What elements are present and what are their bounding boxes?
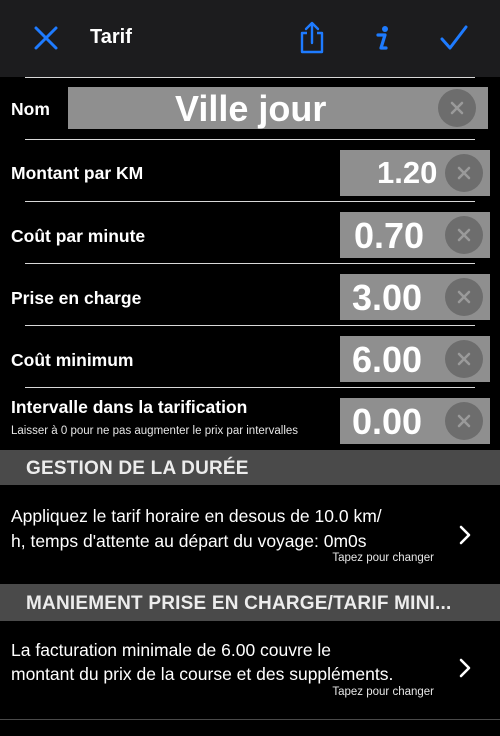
clear-price-per-km-button[interactable] xyxy=(445,154,483,192)
clear-pricing-interval-button[interactable] xyxy=(445,402,483,440)
pickup-fee-label: Prise en charge xyxy=(11,288,142,308)
duration-description-line-2: h, temps d'attente au départ du voyage: … xyxy=(11,531,367,551)
name-value: Ville jour xyxy=(175,88,327,129)
navigation-bar: Tarif xyxy=(0,0,500,77)
divider xyxy=(0,719,500,720)
info-button[interactable] xyxy=(366,20,398,56)
divider xyxy=(25,201,475,202)
clear-pickup-fee-button[interactable] xyxy=(445,278,483,316)
minimum-cost-value: 6.00 xyxy=(352,339,423,380)
clear-minimum-cost-button[interactable] xyxy=(445,340,483,378)
clear-icon xyxy=(457,290,471,304)
pricing-interval-field[interactable]: 0.00 xyxy=(340,398,490,444)
cost-per-minute-label: Coût par minute xyxy=(11,226,146,246)
close-button[interactable] xyxy=(28,20,64,56)
cost-per-minute-value: 0.70 xyxy=(354,215,425,256)
pricing-interval-label: Intervalle dans la tarification xyxy=(11,397,248,417)
pickup-minimum-description-line-1: La facturation minimale de 6.00 couvre l… xyxy=(11,640,332,660)
tap-to-change-hint: Tapez pour changer xyxy=(332,686,434,698)
chevron-right-icon xyxy=(459,658,471,678)
price-per-km-field[interactable]: 1.20 xyxy=(340,150,490,196)
clear-icon xyxy=(457,166,471,180)
pricing-interval-value: 0.00 xyxy=(352,401,423,442)
info-icon xyxy=(376,26,388,50)
share-icon xyxy=(300,21,324,54)
section-header-duration: GESTION DE LA DURÉE xyxy=(0,450,500,485)
price-per-km-value: 1.20 xyxy=(377,155,438,190)
clear-cost-per-minute-button[interactable] xyxy=(445,216,483,254)
clear-icon xyxy=(457,414,471,428)
done-button[interactable] xyxy=(436,20,472,56)
pickup-minimum-settings-cell[interactable]: La facturation minimale de 6.00 couvre l… xyxy=(0,621,500,719)
clear-icon xyxy=(457,228,471,242)
pickup-fee-field[interactable]: 3.00 xyxy=(340,274,490,320)
pickup-minimum-description-line-2: montant du prix de la course et des supp… xyxy=(11,664,394,684)
pricing-interval-sublabel: Laisser à 0 pour ne pas augmenter le pri… xyxy=(11,425,299,437)
checkmark-icon xyxy=(440,25,468,50)
divider xyxy=(25,263,475,264)
name-field[interactable]: Ville jour xyxy=(68,87,488,129)
section-header-label: MANIEMENT PRISE EN CHARGE/TARIF MINI... xyxy=(26,593,452,614)
section-header-pickup-minimum: MANIEMENT PRISE EN CHARGE/TARIF MINI... xyxy=(0,584,500,621)
chevron-right-icon xyxy=(459,525,471,545)
page-title: Tarif xyxy=(90,26,132,48)
clear-icon xyxy=(457,352,471,366)
share-button[interactable] xyxy=(294,20,330,56)
cost-per-minute-field[interactable]: 0.70 xyxy=(340,212,490,258)
minimum-cost-label: Coût minimum xyxy=(11,350,134,370)
clear-name-button[interactable] xyxy=(438,89,476,127)
minimum-cost-field[interactable]: 6.00 xyxy=(340,336,490,382)
divider xyxy=(25,139,475,140)
duration-settings-cell[interactable]: Appliquez le tarif horaire en desous de … xyxy=(0,485,500,584)
clear-icon xyxy=(450,101,464,115)
divider xyxy=(25,325,475,326)
name-label: Nom xyxy=(11,99,50,119)
section-header-label: GESTION DE LA DURÉE xyxy=(26,458,249,479)
price-per-km-label: Montant par KM xyxy=(11,163,144,183)
tap-to-change-hint: Tapez pour changer xyxy=(332,552,434,564)
duration-description-line-1: Appliquez le tarif horaire en desous de … xyxy=(11,506,382,526)
divider xyxy=(25,387,475,388)
pickup-fee-value: 3.00 xyxy=(352,277,423,318)
close-icon xyxy=(34,26,58,50)
divider xyxy=(25,77,475,78)
